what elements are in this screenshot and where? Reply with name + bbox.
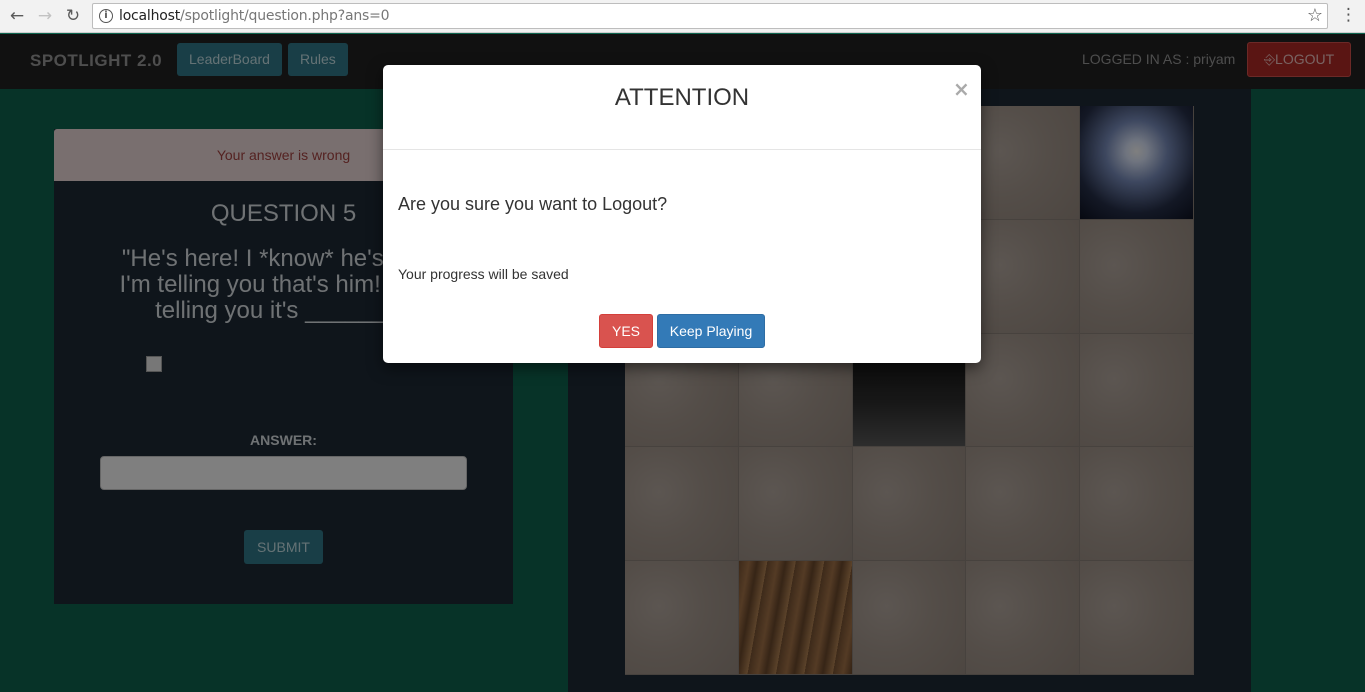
forward-arrow-icon[interactable]: → — [34, 5, 56, 27]
modal-title: ATTENTION — [614, 84, 750, 111]
info-icon[interactable]: i — [99, 9, 113, 23]
kebab-menu-icon[interactable]: ⋮ — [1340, 5, 1357, 25]
yes-button[interactable]: YES — [599, 314, 653, 348]
browser-toolbar: ← → ↻ i localhost/spotlight/question.php… — [0, 0, 1365, 33]
url-path: /spotlight/question.php?ans=0 — [180, 8, 390, 24]
url-text: localhost/spotlight/question.php?ans=0 — [119, 8, 390, 24]
close-icon[interactable]: × — [953, 77, 970, 101]
address-bar[interactable]: i localhost/spotlight/question.php?ans=0… — [92, 3, 1328, 29]
bookmark-star-icon[interactable]: ☆ — [1307, 5, 1323, 26]
url-host: localhost — [119, 8, 181, 24]
modal-question: Are you sure you want to Logout? — [398, 194, 668, 214]
modal-note: Your progress will be saved — [398, 266, 569, 282]
reload-icon[interactable]: ↻ — [62, 5, 84, 27]
modal-divider — [383, 149, 981, 150]
keep-playing-button[interactable]: Keep Playing — [657, 314, 765, 348]
logout-confirm-modal: ATTENTION × Are you sure you want to Log… — [383, 65, 981, 363]
back-arrow-icon[interactable]: ← — [6, 5, 28, 27]
